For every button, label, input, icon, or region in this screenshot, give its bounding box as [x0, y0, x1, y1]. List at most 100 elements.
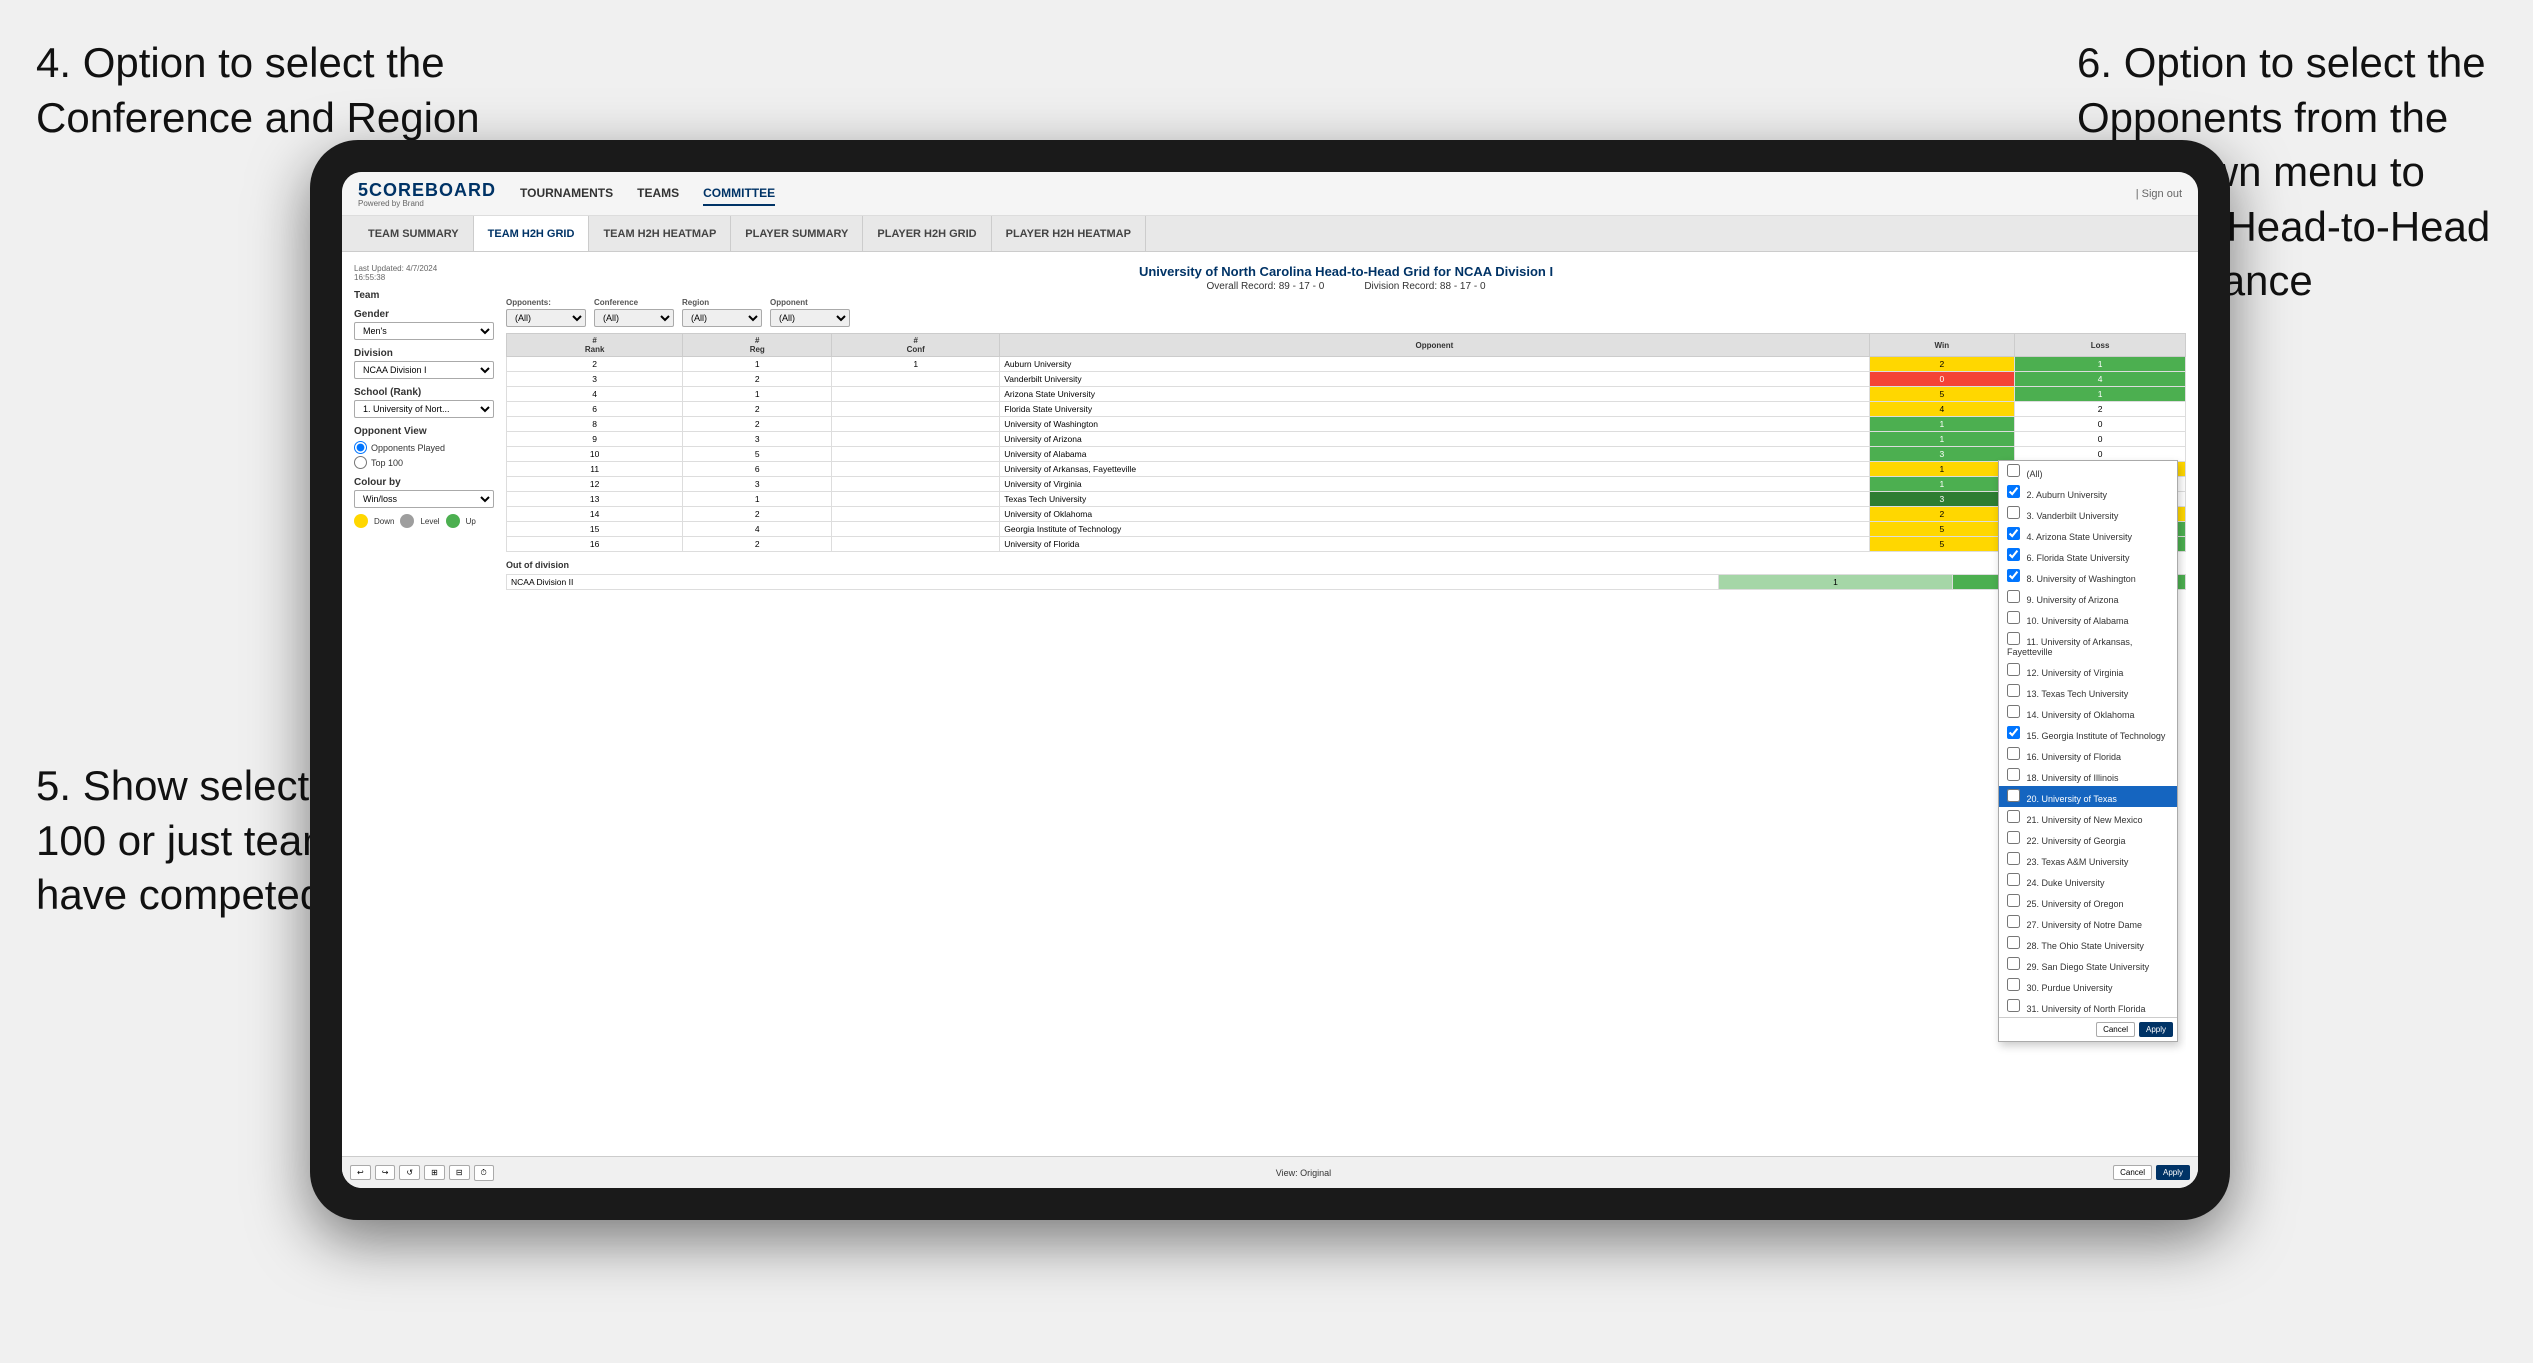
cell-rank: 10 — [507, 447, 683, 462]
cell-conf — [832, 417, 1000, 432]
col-rank: #Rank — [507, 334, 683, 357]
clock-button[interactable]: ⏱ — [474, 1165, 494, 1181]
dropdown-item[interactable]: 27. University of Notre Dame — [1999, 912, 2177, 933]
subnav-player-summary[interactable]: PLAYER SUMMARY — [731, 216, 863, 251]
cell-loss: 2 — [2015, 402, 2186, 417]
region-select[interactable]: (All) — [682, 309, 762, 327]
dropdown-item[interactable]: 3. Vanderbilt University — [1999, 503, 2177, 524]
cell-conf — [832, 402, 1000, 417]
subnav-team-summary[interactable]: TEAM SUMMARY — [354, 216, 474, 251]
dropdown-item[interactable]: 6. Florida State University — [1999, 545, 2177, 566]
table-row: 9 3 University of Arizona 1 0 — [507, 432, 2186, 447]
radio-top100[interactable]: Top 100 — [354, 456, 494, 469]
opponent-dropdown[interactable]: (All) 2. Auburn University 3. Vanderbilt… — [1998, 460, 2178, 1042]
subnav-team-h2h-heatmap[interactable]: TEAM H2H HEATMAP — [589, 216, 731, 251]
cell-rank: 16 — [507, 537, 683, 552]
dropdown-item[interactable]: 12. University of Virginia — [1999, 660, 2177, 681]
annotation-1: 4. Option to select the Conference and R… — [36, 36, 516, 145]
cell-opponent: University of Florida — [1000, 537, 1869, 552]
cell-win: 2 — [1869, 507, 2015, 522]
dropdown-item[interactable]: 28. The Ohio State University — [1999, 933, 2177, 954]
reset-button[interactable]: ↺ — [399, 1165, 420, 1180]
sign-out[interactable]: | Sign out — [2136, 188, 2182, 200]
cell-reg: 2 — [683, 507, 832, 522]
dropdown-item[interactable]: 15. Georgia Institute of Technology — [1999, 723, 2177, 744]
cell-opponent: University of Oklahoma — [1000, 507, 1869, 522]
dropdown-item[interactable]: 18. University of Illinois — [1999, 765, 2177, 786]
paste-button[interactable]: ⊟ — [449, 1165, 470, 1180]
cell-rank: 8 — [507, 417, 683, 432]
cell-win: 1 — [1869, 432, 2015, 447]
dropdown-item[interactable]: 10. University of Alabama — [1999, 608, 2177, 629]
conference-filter: Conference (All) — [594, 298, 674, 327]
colour-by-select[interactable]: Win/loss — [354, 490, 494, 508]
dropdown-item[interactable]: 16. University of Florida — [1999, 744, 2177, 765]
dropdown-item[interactable]: 20. University of Texas — [1999, 786, 2177, 807]
right-panel: University of North Carolina Head-to-Hea… — [506, 264, 2186, 1144]
opponent-view-radios: Opponents Played Top 100 — [354, 441, 494, 469]
undo-button[interactable]: ↩ — [350, 1165, 371, 1180]
dropdown-item[interactable]: 8. University of Washington — [1999, 566, 2177, 587]
region-filter: Region (All) — [682, 298, 762, 327]
division-select[interactable]: NCAA Division I — [354, 361, 494, 379]
dropdown-cancel[interactable]: Cancel — [2096, 1022, 2135, 1037]
out-of-division-label: Out of division — [506, 560, 2186, 570]
cell-conf — [832, 447, 1000, 462]
nav-tournaments[interactable]: TOURNAMENTS — [520, 182, 613, 206]
dropdown-item[interactable]: 2. Auburn University — [1999, 482, 2177, 503]
dropdown-item[interactable]: 24. Duke University — [1999, 870, 2177, 891]
dropdown-item[interactable]: 29. San Diego State University — [1999, 954, 2177, 975]
subnav-player-h2h-grid[interactable]: PLAYER H2H GRID — [863, 216, 991, 251]
cell-win: 4 — [1869, 402, 2015, 417]
dropdown-item[interactable]: 4. Arizona State University — [1999, 524, 2177, 545]
cell-reg: 2 — [683, 402, 832, 417]
cell-rank: 15 — [507, 522, 683, 537]
cell-conf — [832, 387, 1000, 402]
dropdown-item[interactable]: 31. University of North Florida — [1999, 996, 2177, 1017]
cell-rank: 11 — [507, 462, 683, 477]
dropdown-item[interactable]: 25. University of Oregon — [1999, 891, 2177, 912]
radio-opponents-played[interactable]: Opponents Played — [354, 441, 494, 454]
school-select[interactable]: 1. University of Nort... — [354, 400, 494, 418]
cell-reg: 3 — [683, 477, 832, 492]
opponents-select[interactable]: (All) — [506, 309, 586, 327]
cell-opponent: University of Arkansas, Fayetteville — [1000, 462, 1869, 477]
col-conf: #Conf — [832, 334, 1000, 357]
division-label: Division — [354, 348, 494, 359]
dropdown-item[interactable]: 11. University of Arkansas, Fayetteville — [1999, 629, 2177, 660]
ood-division: NCAA Division II — [507, 575, 1719, 590]
copy-button[interactable]: ⊞ — [424, 1165, 445, 1180]
cell-win: 5 — [1869, 387, 2015, 402]
dropdown-item[interactable]: 9. University of Arizona — [1999, 587, 2177, 608]
dropdown-item[interactable]: (All) — [1999, 461, 2177, 482]
subnav-team-h2h-grid[interactable]: TEAM H2H GRID — [474, 216, 590, 251]
cell-win: 1 — [1869, 477, 2015, 492]
dropdown-apply[interactable]: Apply — [2139, 1022, 2173, 1037]
nav-teams[interactable]: TEAMS — [637, 182, 679, 206]
cell-conf — [832, 462, 1000, 477]
conference-select[interactable]: (All) — [594, 309, 674, 327]
cell-reg: 3 — [683, 432, 832, 447]
dropdown-buttons: Cancel Apply — [1999, 1017, 2177, 1041]
dropdown-item[interactable]: 14. University of Oklahoma — [1999, 702, 2177, 723]
content-wrapper: Last Updated: 4/7/2024 16:55:38 Team Gen… — [342, 252, 2198, 1156]
gender-select[interactable]: Men's — [354, 322, 494, 340]
redo-button[interactable]: ↪ — [375, 1165, 396, 1180]
opponent-select[interactable]: (All) — [770, 309, 850, 327]
top-nav-links: TOURNAMENTS TEAMS COMMITTEE — [520, 182, 2136, 206]
cancel-button[interactable]: Cancel — [2113, 1165, 2152, 1180]
dot-level — [400, 514, 414, 528]
cell-win: 1 — [1869, 462, 2015, 477]
subnav-player-h2h-heatmap[interactable]: PLAYER H2H HEATMAP — [992, 216, 1146, 251]
dropdown-item[interactable]: 30. Purdue University — [1999, 975, 2177, 996]
dropdown-item[interactable]: 23. Texas A&M University — [1999, 849, 2177, 870]
apply-button[interactable]: Apply — [2156, 1165, 2190, 1180]
nav-committee[interactable]: COMMITTEE — [703, 182, 775, 206]
dropdown-item[interactable]: 21. University of New Mexico — [1999, 807, 2177, 828]
dropdown-item[interactable]: 13. Texas Tech University — [1999, 681, 2177, 702]
table-scroll[interactable]: #Rank #Reg #Conf Opponent Win Loss 2 — [506, 333, 2186, 590]
dropdown-item[interactable]: 22. University of Georgia — [1999, 828, 2177, 849]
cell-reg: 6 — [683, 462, 832, 477]
cell-loss: 1 — [2015, 357, 2186, 372]
table-row: 8 2 University of Washington 1 0 — [507, 417, 2186, 432]
